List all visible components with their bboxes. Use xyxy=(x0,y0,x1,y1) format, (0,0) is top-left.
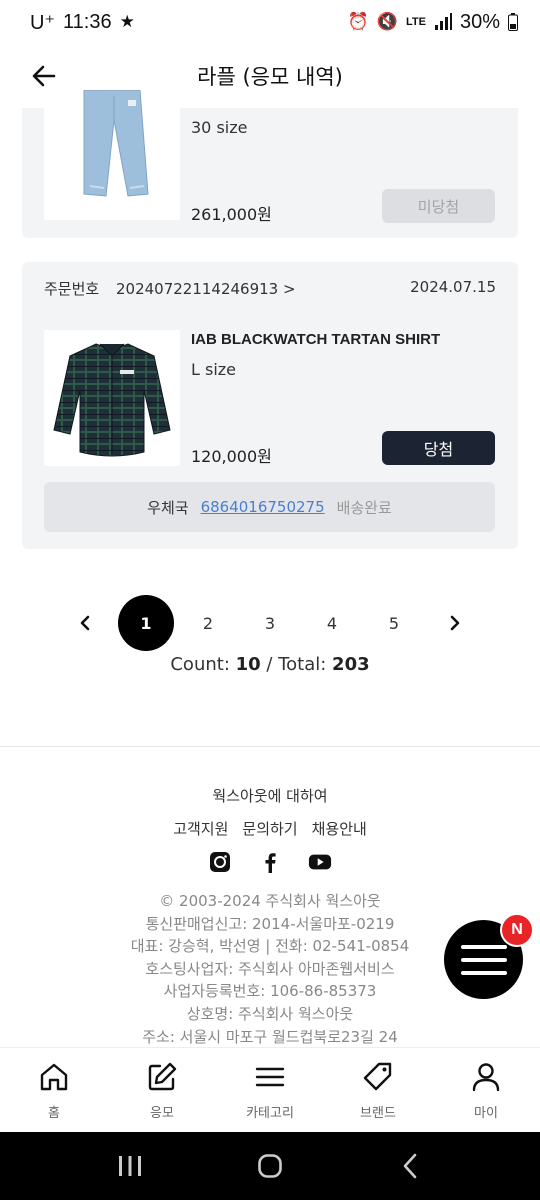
nav-label-my: 마이 xyxy=(474,1106,498,1121)
battery-level: 30% xyxy=(459,10,500,33)
total-value: 203 xyxy=(332,654,370,675)
user-icon xyxy=(469,1060,503,1094)
social-links xyxy=(0,850,540,874)
page-5-button[interactable]: 5 xyxy=(366,595,422,651)
tracking-number-link[interactable]: 6864016750275 xyxy=(201,498,325,516)
footer-links: 고객지원 문의하기 채용안내 xyxy=(0,818,540,839)
product-size: 30 size xyxy=(191,118,248,137)
bottom-nav: 홈 응모 카테고리 브랜드 마이 xyxy=(0,1047,540,1132)
jeans-image xyxy=(83,90,149,197)
back-system-button[interactable] xyxy=(380,1136,440,1196)
pagination: 1 2 3 4 5 xyxy=(0,595,540,651)
product-image-shirt[interactable] xyxy=(44,330,180,466)
product-price: 120,000원 xyxy=(191,447,272,466)
page-title: 라플 (응모 내역) xyxy=(197,65,343,89)
home-system-button[interactable] xyxy=(240,1136,300,1196)
footer-link-inquiry[interactable]: 문의하기 xyxy=(242,818,297,839)
home-icon xyxy=(37,1060,71,1094)
facebook-icon[interactable] xyxy=(258,850,282,874)
recent-apps-button[interactable] xyxy=(100,1136,160,1196)
nav-my[interactable]: 마이 xyxy=(432,1048,540,1132)
back-arrow-icon xyxy=(32,65,56,87)
edit-icon xyxy=(145,1060,179,1094)
page-2-button[interactable]: 2 xyxy=(180,595,236,651)
product-name[interactable]: IAB BLACKWATCH TARTAN SHIRT xyxy=(191,331,440,348)
total-label: / Total: xyxy=(266,654,327,675)
back-chevron-icon xyxy=(403,1153,417,1179)
nav-label-home: 홈 xyxy=(48,1106,60,1121)
copyright: © 2003-2024 주식회사 웍스아웃 xyxy=(159,892,381,910)
product-size: L size xyxy=(191,360,237,379)
nav-label-category: 카테고리 xyxy=(246,1106,294,1121)
count-value: 10 xyxy=(235,654,261,675)
count-label: Count: xyxy=(170,654,230,675)
youtube-icon[interactable] xyxy=(308,850,332,874)
mute-icon: 🔇 xyxy=(376,12,398,31)
alarm-icon: ⏰ xyxy=(347,12,369,31)
order-number-link[interactable]: 20240722114246913 > xyxy=(116,280,296,298)
carrier-label: U⁺ xyxy=(30,11,55,34)
recent-apps-icon xyxy=(119,1156,141,1176)
next-page-button[interactable] xyxy=(427,595,483,651)
shipping-status: 배송완료 xyxy=(336,498,392,517)
clock: 11:36 xyxy=(63,10,112,33)
nav-home[interactable]: 홈 xyxy=(0,1048,108,1132)
battery-icon xyxy=(508,13,518,31)
order-date: 2024.07.15 xyxy=(410,278,496,296)
shipping-info: 우체국 6864016750275 배송완료 xyxy=(44,482,495,532)
system-nav-bar xyxy=(0,1132,540,1200)
signal-icon xyxy=(434,13,452,30)
footer-about-link[interactable]: 웍스아웃에 대하여 xyxy=(0,785,540,806)
status-bar: U⁺ 11:36 ★ ⏰ 🔇 LTE 30% xyxy=(0,0,540,44)
nav-label-raffle: 응모 xyxy=(150,1106,174,1121)
home-circle-icon xyxy=(258,1154,282,1178)
new-badge: N xyxy=(500,913,534,947)
result-lose-button[interactable]: 미당첨 xyxy=(382,189,495,223)
hamburger-icon xyxy=(460,944,507,975)
result-win-button[interactable]: 당첨 xyxy=(382,431,495,465)
count-summary: Count: 10 / Total: 203 xyxy=(0,654,540,675)
menu-icon xyxy=(253,1060,287,1094)
address: 주소: 서울시 마포구 월드컵북로23길 24 xyxy=(142,1027,398,1046)
raffle-list: 30 size 261,000원 미당첨 주문번호 20240722114246… xyxy=(0,90,540,748)
nav-raffle[interactable]: 응모 xyxy=(108,1048,216,1132)
order-number-label: 주문번호 xyxy=(44,280,100,298)
page-4-button[interactable]: 4 xyxy=(304,595,360,651)
nav-category[interactable]: 카테고리 xyxy=(216,1048,324,1132)
star-icon: ★ xyxy=(119,12,135,31)
entry-card: 30 size 261,000원 미당첨 xyxy=(22,90,518,238)
product-price: 261,000원 xyxy=(191,205,272,224)
page-3-button[interactable]: 3 xyxy=(242,595,298,651)
company-name: 상호명: 주식회사 웍스아웃 xyxy=(186,1004,354,1023)
instagram-icon[interactable] xyxy=(208,850,232,874)
nav-brand[interactable]: 브랜드 xyxy=(324,1048,432,1132)
chevron-right-icon xyxy=(450,615,460,631)
order-info-row: 주문번호 20240722114246913 > 2024.07.15 xyxy=(44,278,496,299)
chevron-left-icon xyxy=(80,615,90,631)
nav-label-brand: 브랜드 xyxy=(360,1106,396,1121)
footer-link-careers[interactable]: 채용안내 xyxy=(312,818,367,839)
product-image-jeans[interactable] xyxy=(44,90,180,220)
shipping-carrier: 우체국 xyxy=(147,498,189,517)
footer-link-support[interactable]: 고객지원 xyxy=(173,818,228,839)
tag-icon xyxy=(361,1060,395,1094)
footer-divider xyxy=(0,746,540,747)
shirt-image xyxy=(53,343,171,457)
network-type: LTE xyxy=(406,16,426,28)
page-1-button[interactable]: 1 xyxy=(118,595,174,651)
entry-card: 주문번호 20240722114246913 > 2024.07.15 IAB … xyxy=(22,262,518,549)
prev-page-button[interactable] xyxy=(57,595,113,651)
